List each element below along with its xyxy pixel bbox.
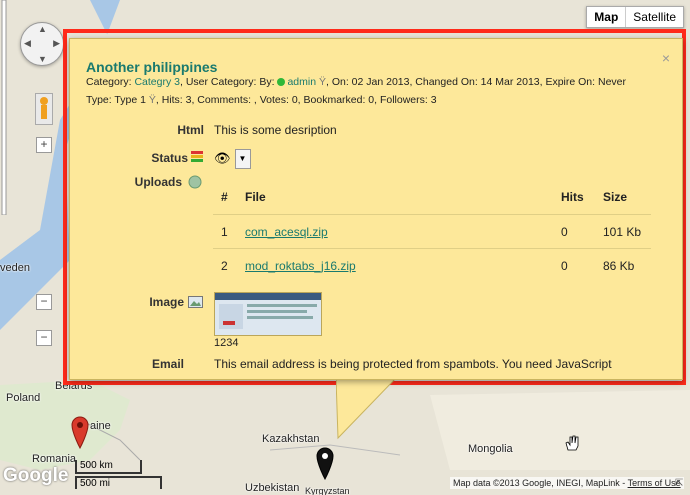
uploads-table: # File Hits Size 1 com_acesql.zip 0 101 …	[213, 179, 651, 282]
attachment-icon	[188, 175, 202, 189]
popup-title[interactable]: Another philippines	[86, 59, 217, 75]
pan-up-icon[interactable]: ▲	[38, 24, 47, 34]
row-size: 101 Kb	[595, 214, 651, 249]
pan-left-icon[interactable]: ◀	[24, 38, 31, 49]
map-type-control: Map Satellite	[586, 6, 684, 28]
map-label-poland: Poland	[6, 392, 41, 404]
map-marker-black-icon[interactable]	[315, 446, 335, 480]
resize-corner-icon[interactable]: ⇱	[675, 478, 683, 489]
row-size: 86 Kb	[595, 248, 651, 282]
status-label: Status	[151, 151, 188, 165]
file-link[interactable]: com_acesql.zip	[245, 225, 328, 239]
scale-km: 500 km	[75, 460, 142, 474]
map-label-mongolia: Mongolia	[468, 443, 513, 455]
file-link[interactable]: mod_roktabs_j16.zip	[245, 259, 356, 273]
meta-dates: , On: 02 Jan 2013, Changed On: 14 Mar 20…	[325, 76, 626, 88]
pan-right-icon[interactable]: ▶	[53, 38, 60, 49]
zoom-slider-handle[interactable]: −	[36, 294, 52, 310]
filter-icon[interactable]: Ÿ	[149, 94, 156, 106]
scale-mi: 500 mi	[75, 476, 162, 489]
map-label-kyrgyzstan: Kyrgyzstan	[305, 486, 350, 495]
close-icon[interactable]: ×	[662, 50, 670, 66]
row-number: 2	[213, 248, 237, 282]
attribution-text: Map data ©2013 Google, INEGI, MapLink	[453, 478, 620, 488]
map-label-ukraine: aine	[90, 420, 111, 432]
eye-icon[interactable]: 👁	[214, 150, 231, 165]
map-type-map-button[interactable]: Map	[587, 7, 627, 27]
filter-icon[interactable]: Ÿ	[319, 76, 326, 88]
zoom-out-button[interactable]: −	[36, 330, 52, 346]
col-size: Size	[603, 189, 628, 204]
image-thumbnail[interactable]	[214, 292, 322, 336]
map-marker-red-icon[interactable]	[70, 415, 90, 449]
popup-meta-line1: Category: Categry 3, User Category: By: …	[86, 76, 626, 88]
email-label: Email	[151, 357, 184, 371]
map-attribution: Map data ©2013 Google, INEGI, MapLink - …	[450, 477, 684, 489]
terms-of-use-link[interactable]: Terms of Use	[628, 478, 681, 488]
row-hits: 0	[553, 214, 595, 249]
hand-cursor-icon	[565, 435, 579, 451]
google-logo[interactable]: Google	[3, 465, 68, 487]
popup-meta-line2: Type: Type 1 Ÿ, Hits: 3, Comments: , Vot…	[86, 94, 437, 106]
user-category-prefix: , User Category: By:	[179, 76, 278, 88]
row-hits: 0	[553, 248, 595, 282]
status-dropdown-button[interactable]: ▼	[234, 149, 251, 169]
html-value: This is some desription	[214, 123, 337, 137]
map-label-uzbekistan: Uzbekistan	[245, 482, 300, 494]
info-window: × Another philippines Category: Categry …	[69, 38, 683, 380]
col-hits: Hits	[561, 189, 584, 204]
status-row: 👁 ▼	[214, 149, 251, 169]
table-row: 2 mod_roktabs_j16.zip 0 86 Kb	[213, 248, 651, 282]
map-label-sweden: veden	[0, 262, 30, 274]
zoom-in-button[interactable]: +	[36, 137, 52, 153]
uploads-label: Uploads	[134, 175, 182, 189]
author-link[interactable]: admin	[287, 76, 316, 88]
street-view-pegman-icon[interactable]	[35, 93, 53, 125]
image-label: Image	[149, 295, 184, 309]
email-value: This email address is being protected fr…	[214, 357, 612, 371]
online-status-icon	[277, 78, 286, 87]
info-window-tail	[336, 378, 396, 440]
status-bars-icon	[191, 151, 203, 162]
pan-down-icon[interactable]: ▼	[38, 54, 47, 64]
row-number: 1	[213, 214, 237, 249]
image-icon	[188, 296, 203, 308]
pan-control[interactable]: ▲ ▼ ◀ ▶	[20, 22, 64, 66]
table-row: 1 com_acesql.zip 0 101 Kb	[213, 214, 651, 249]
uploads-header-row: # File Hits Size	[213, 179, 651, 215]
zoom-slider-track[interactable]	[0, 0, 8, 215]
map-label-kazakhstan: Kazakhstan	[262, 433, 320, 445]
image-caption: 1234	[214, 337, 239, 349]
meta-stats: , Hits: 3, Comments: , Votes: 0, Bookmar…	[155, 94, 437, 106]
col-file: File	[245, 189, 266, 204]
category-link[interactable]: Categry 3	[134, 76, 180, 88]
map-label-romania: Romania	[32, 453, 77, 465]
html-label: Html	[177, 123, 204, 137]
category-prefix: Category:	[86, 76, 135, 88]
col-number: #	[221, 189, 228, 204]
type-text: Type: Type 1	[86, 94, 146, 106]
map-type-satellite-button[interactable]: Satellite	[626, 7, 683, 27]
